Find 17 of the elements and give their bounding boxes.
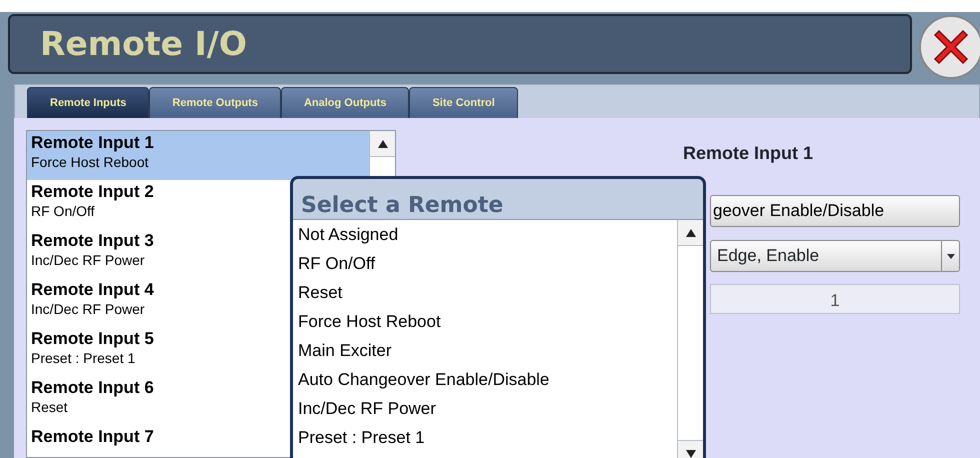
dropdown-value: Edge, Enable xyxy=(717,245,820,268)
dialog-title: Select a Remote xyxy=(300,192,504,219)
input-name: Remote Input 2 xyxy=(31,182,154,202)
input-name: Remote Input 3 xyxy=(31,231,154,251)
input-name: Remote Input 5 xyxy=(31,329,154,349)
input-assignment: Reset xyxy=(31,398,68,416)
input-assignment: Inc/Dec RF Power xyxy=(31,300,145,318)
input-assignment: Preset : Preset 1 xyxy=(31,349,136,367)
input-assignment: Force Host Reboot xyxy=(31,153,148,171)
input-title: Remote Input 1 xyxy=(682,142,814,165)
input-name: Remote Input 1 xyxy=(31,133,154,153)
input-name: Remote Input 4 xyxy=(31,280,154,300)
value-field: 1 xyxy=(710,284,960,314)
input-assignment: RF On/Off xyxy=(31,202,95,220)
window-title: Remote I/O xyxy=(40,23,247,66)
input-assignment: Inc/Dec RF Power xyxy=(31,251,145,269)
input-name: Remote Input 6 xyxy=(31,378,154,398)
